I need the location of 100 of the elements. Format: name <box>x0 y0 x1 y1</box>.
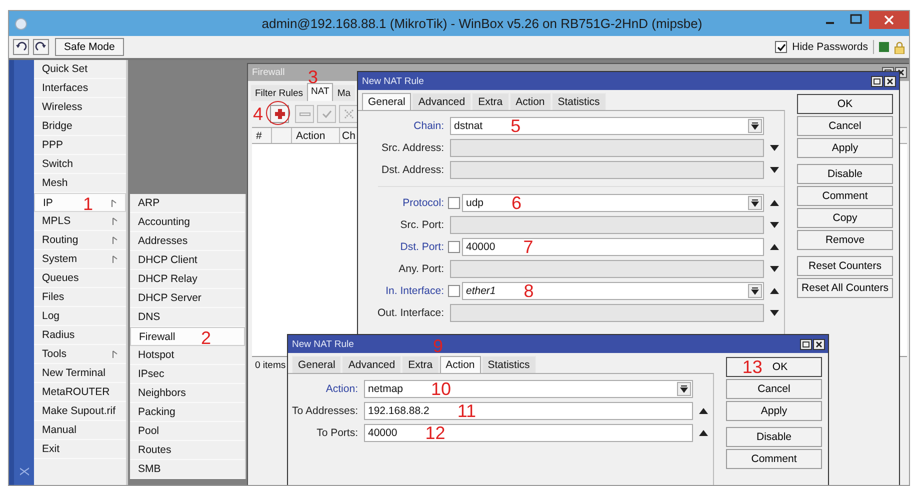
expand-arrow-icon[interactable] <box>770 310 778 316</box>
dialog-button[interactable]: Apply <box>726 401 822 421</box>
menu-item[interactable]: Queues <box>34 269 126 288</box>
dialog-button[interactable]: Comment <box>726 449 822 469</box>
dropdown-icon[interactable] <box>748 284 762 298</box>
collapse-arrow-icon[interactable] <box>698 408 708 414</box>
menu-item[interactable]: System <box>34 250 126 269</box>
safe-mode-button[interactable]: Safe Mode <box>55 38 124 56</box>
checkbox[interactable] <box>775 41 788 53</box>
input-field[interactable]: netmap 10 <box>364 380 693 398</box>
dialog-button[interactable]: Disable <box>726 427 822 447</box>
expand-arrow-icon[interactable] <box>770 167 778 173</box>
submenu-arrow-icon[interactable] <box>112 350 118 359</box>
dialog-button[interactable]: 13 OK <box>726 357 822 377</box>
menu-item[interactable]: Files <box>34 288 126 307</box>
tab[interactable]: Extra <box>402 356 439 373</box>
tab[interactable]: Ma <box>333 85 355 101</box>
submenu-item[interactable]: DHCP Server <box>130 289 245 308</box>
maximize-icon[interactable] <box>800 338 812 350</box>
input-field[interactable] <box>450 260 764 278</box>
tab[interactable]: Statistics <box>482 356 536 373</box>
input-field[interactable]: udp 6 <box>462 194 764 212</box>
dialog-button[interactable]: Reset All Counters <box>797 278 893 298</box>
input-field[interactable]: 40000 7 <box>462 238 764 256</box>
tab[interactable]: Statistics <box>552 93 606 110</box>
input-field[interactable]: dstnat 5 <box>450 117 764 135</box>
menu-item[interactable]: Routing <box>34 231 126 250</box>
column-header[interactable]: # <box>252 128 272 143</box>
submenu-item[interactable]: Firewall 2 <box>130 327 245 346</box>
dialog-button[interactable]: Remove <box>797 230 893 250</box>
submenu-arrow-icon[interactable] <box>112 255 118 264</box>
checkbox[interactable] <box>448 285 460 297</box>
menu-item[interactable]: Wireless <box>34 98 126 117</box>
expand-arrow-icon[interactable] <box>770 222 778 228</box>
menu-item[interactable]: Make Supout.rif <box>34 402 126 421</box>
submenu-arrow-icon[interactable] <box>112 236 118 245</box>
tab[interactable]: General <box>362 93 412 110</box>
submenu-item[interactable]: Addresses <box>130 232 245 251</box>
tab[interactable]: Extra <box>472 93 509 110</box>
dialog-button[interactable]: Cancel <box>726 379 822 399</box>
expand-arrow-icon[interactable] <box>770 145 778 151</box>
submenu-item[interactable]: Accounting <box>130 213 245 232</box>
close-icon[interactable] <box>884 76 896 86</box>
submenu-item[interactable]: Neighbors <box>130 384 245 403</box>
dialog-button[interactable]: Apply <box>797 138 893 158</box>
menu-item[interactable]: MetaROUTER <box>34 383 126 402</box>
submenu-item[interactable]: SMB <box>130 460 245 479</box>
tab[interactable]: Advanced <box>412 93 472 110</box>
submenu-item[interactable]: IPsec <box>130 365 245 384</box>
dialog-button[interactable]: Copy <box>797 208 893 228</box>
submenu-item[interactable]: Packing <box>130 403 245 422</box>
menu-item[interactable]: Radius <box>34 326 126 345</box>
submenu-item[interactable]: Pool <box>130 422 245 441</box>
input-field[interactable] <box>450 139 764 157</box>
menu-item[interactable]: Bridge <box>34 117 126 136</box>
menu-item[interactable]: Interfaces <box>34 79 126 98</box>
menu-item[interactable]: Exit <box>34 440 126 459</box>
menu-item[interactable]: Log <box>34 307 126 326</box>
tab[interactable]: Action <box>440 356 481 373</box>
tab[interactable]: Advanced <box>342 356 402 373</box>
submenu-item[interactable]: DHCP Client <box>130 251 245 270</box>
undo-icon[interactable] <box>13 39 29 55</box>
dialog-button[interactable]: Disable <box>797 164 893 184</box>
input-field[interactable] <box>450 161 764 179</box>
submenu-item[interactable]: DHCP Relay <box>130 270 245 289</box>
maximize-icon[interactable] <box>871 76 883 86</box>
menu-item[interactable]: Manual <box>34 421 126 440</box>
input-field[interactable] <box>450 216 764 234</box>
tab[interactable]: General <box>292 356 342 373</box>
plus-button[interactable] <box>270 105 289 123</box>
menu-item[interactable]: Switch <box>34 155 126 174</box>
dialog-button[interactable]: Cancel <box>797 116 893 136</box>
checkbox[interactable] <box>448 241 460 253</box>
input-field[interactable]: ether1 8 <box>462 282 764 300</box>
menu-item[interactable]: Quick Set <box>34 60 126 79</box>
menu-item[interactable]: New Terminal <box>34 364 126 383</box>
dropdown-icon[interactable] <box>748 119 762 133</box>
menu-item[interactable]: PPP <box>34 136 126 155</box>
input-field[interactable]: 192.168.88.2 11 <box>364 402 693 420</box>
menu-item[interactable]: IP 1 <box>34 193 126 212</box>
menu-item[interactable]: MPLS <box>34 212 126 231</box>
submenu-item[interactable]: ARP <box>130 194 245 213</box>
dropdown-icon[interactable] <box>748 196 762 210</box>
submenu-item[interactable]: Routes <box>130 441 245 460</box>
tab[interactable]: Filter Rules <box>251 85 308 101</box>
column-header[interactable]: Action <box>292 128 340 143</box>
tab[interactable]: NAT <box>307 83 334 101</box>
submenu-arrow-icon[interactable] <box>112 217 118 226</box>
dialog-button[interactable]: Comment <box>797 186 893 206</box>
collapse-arrow-icon[interactable] <box>770 244 778 250</box>
collapse-arrow-icon[interactable] <box>770 200 778 206</box>
submenu-item[interactable]: Hotspot <box>130 346 245 365</box>
input-field[interactable] <box>450 304 764 322</box>
dropdown-icon[interactable] <box>677 382 691 396</box>
menu-item[interactable]: Tools <box>34 345 126 364</box>
collapse-arrow-icon[interactable] <box>770 288 778 294</box>
dialog-button[interactable]: OK <box>797 94 893 114</box>
expand-arrow-icon[interactable] <box>770 266 778 272</box>
dialog-button[interactable]: Reset Counters <box>797 256 893 276</box>
collapse-arrow-icon[interactable] <box>698 430 708 436</box>
